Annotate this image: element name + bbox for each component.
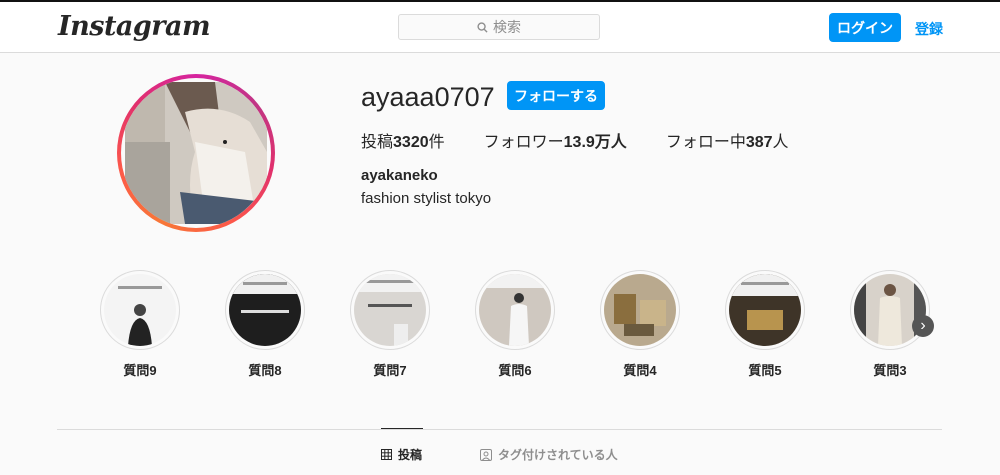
highlight-cover: [475, 270, 555, 350]
highlight-label: 質問5: [748, 363, 782, 378]
highlight-label: 質問9: [123, 363, 157, 378]
followers-count-stat[interactable]: フォロワー13.9万人: [484, 128, 627, 152]
highlight-cover: [850, 270, 930, 350]
tab-posts[interactable]: 投稿: [381, 446, 422, 463]
search-box[interactable]: 検索: [398, 14, 600, 40]
highlight-item[interactable]: 質問8: [225, 270, 305, 379]
highlight-label: 質問8: [248, 363, 282, 378]
tagged-person-icon: [480, 448, 492, 461]
highlight-cover: [225, 270, 305, 350]
search-placeholder: 検索: [493, 19, 521, 35]
tab-tagged-label: タグ付けされている人: [498, 448, 618, 462]
highlight-label: 質問4: [623, 363, 657, 378]
highlight-cover: [350, 270, 430, 350]
profile-full-name: ayakaneko: [361, 167, 438, 184]
following-count-stat[interactable]: フォロー中387人: [666, 128, 789, 152]
profile-stats: 投稿3320件 フォロワー13.9万人 フォロー中387人: [361, 128, 828, 152]
active-tab-indicator: [381, 428, 423, 429]
tab-posts-label: 投稿: [398, 448, 423, 462]
highlight-label: 質問3: [873, 363, 907, 378]
profile-bio: fashion stylist tokyo: [361, 190, 492, 207]
search-icon: [477, 21, 488, 33]
story-highlights-row: 質問9 質問8 質問7 質問6 質問4 質問5 質問3: [100, 270, 940, 380]
instagram-logo[interactable]: Instagram: [58, 11, 211, 42]
follow-button[interactable]: フォローする: [507, 81, 605, 110]
next-highlights-arrow-icon[interactable]: ›: [912, 315, 934, 337]
highlight-item[interactable]: 質問5: [725, 270, 805, 379]
highlight-cover: [725, 270, 805, 350]
profile-username: ayaaa0707: [361, 82, 495, 112]
highlight-label: 質問7: [373, 363, 407, 378]
login-button[interactable]: ログイン: [829, 13, 901, 42]
highlight-item[interactable]: 質問6: [475, 270, 555, 379]
posts-count-stat: 投稿3320件: [361, 134, 445, 151]
tab-tagged[interactable]: タグ付けされている人: [480, 446, 618, 463]
highlight-item[interactable]: 質問9: [100, 270, 180, 379]
top-navigation-bar: Instagram 検索 ログイン 登録: [0, 2, 1000, 53]
highlight-label: 質問6: [498, 363, 532, 378]
highlight-item[interactable]: 質問4: [600, 270, 680, 379]
highlight-cover: [600, 270, 680, 350]
profile-avatar[interactable]: [121, 78, 271, 228]
profile-avatar-ring: [117, 74, 275, 232]
highlight-item[interactable]: 質問7: [350, 270, 430, 379]
signup-link[interactable]: 登録: [915, 19, 943, 39]
highlight-cover: [100, 270, 180, 350]
grid-icon: [381, 449, 392, 460]
tabs-divider: [57, 429, 942, 430]
